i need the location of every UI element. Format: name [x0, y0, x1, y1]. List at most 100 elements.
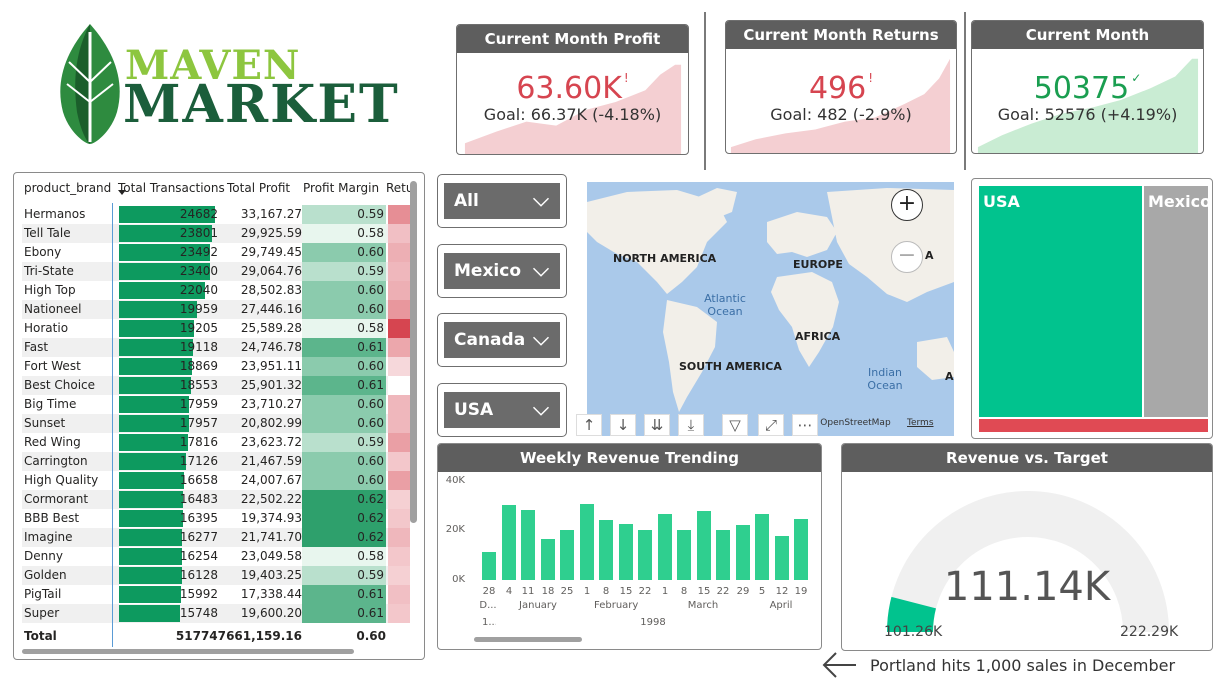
- world-map[interactable]: NORTH AMERICA EUROPE AFRICA SOUTH AMERIC…: [587, 182, 954, 436]
- revenue-target-gauge[interactable]: Revenue vs. Target 111.14K 101.26K 222.2…: [841, 443, 1213, 651]
- drill-down-icon[interactable]: ↓: [610, 414, 636, 436]
- country-treemap[interactable]: USA Mexico: [971, 178, 1213, 439]
- weekly-revenue-bar[interactable]: [541, 539, 555, 580]
- weekly-revenue-bar[interactable]: [716, 530, 730, 580]
- profit-cell: 23,623.72: [240, 435, 302, 449]
- filter-icon[interactable]: ▽: [722, 414, 748, 436]
- profit-cell: 17,338.44: [240, 587, 302, 601]
- brand-table[interactable]: product_brand Total Transactions Total P…: [13, 172, 425, 660]
- table-row[interactable]: Carrington 17126 21,467.59 0.60: [22, 452, 410, 471]
- table-row[interactable]: Big Time 17959 23,710.27 0.60: [22, 395, 410, 414]
- table-row[interactable]: Best Choice 18553 25,901.32 0.61: [22, 376, 410, 395]
- weekly-revenue-bar[interactable]: [580, 504, 594, 580]
- table-row[interactable]: Cormorant 16483 22,502.22 0.62: [22, 490, 410, 509]
- table-row[interactable]: Sunset 17957 20,802.99 0.60: [22, 414, 410, 433]
- map-label-africa: AFRICA: [795, 330, 841, 343]
- table-row[interactable]: Hermanos 24682 33,167.27 0.59: [22, 205, 410, 224]
- transactions-cell: 16395: [179, 511, 218, 525]
- slicer-all[interactable]: All: [437, 174, 567, 228]
- weekly-revenue-bar[interactable]: [775, 536, 789, 580]
- map-label-europe: EUROPE: [793, 258, 843, 271]
- weekly-revenue-bar[interactable]: [599, 520, 613, 580]
- vertical-scrollbar[interactable]: [410, 181, 417, 523]
- kpi-card-transactions[interactable]: Current Month Transactions 50375 ✓ Goal: …: [971, 20, 1204, 154]
- weekly-revenue-bar[interactable]: [619, 524, 633, 580]
- profit-cell: 33,167.27: [240, 207, 302, 221]
- brand-cell: High Top: [24, 283, 76, 297]
- table-row[interactable]: Tri-State 23400 29,064.76 0.59: [22, 262, 410, 281]
- column-header-profit[interactable]: Total Profit: [227, 181, 290, 195]
- table-row[interactable]: PigTail 15992 17,338.44 0.61: [22, 585, 410, 604]
- transactions-cell: 23801: [179, 226, 218, 240]
- expand-all-down-icon[interactable]: ⇊: [644, 414, 670, 436]
- zoom-out-button[interactable]: −: [891, 241, 923, 273]
- column-separator: [112, 203, 113, 647]
- weekly-revenue-bar[interactable]: [521, 510, 535, 580]
- table-row[interactable]: Horatio 19205 25,589.28 0.58: [22, 319, 410, 338]
- margin-cell: 0.62: [357, 530, 384, 544]
- weekly-revenue-bar[interactable]: [560, 530, 574, 580]
- table-row[interactable]: Imagine 16277 21,741.70 0.62: [22, 528, 410, 547]
- weekly-revenue-bar[interactable]: [638, 530, 652, 580]
- map-terms-link[interactable]: Terms: [907, 418, 934, 428]
- slicer-usa[interactable]: USA: [437, 383, 567, 437]
- column-header-margin[interactable]: Profit Margin: [303, 181, 379, 195]
- table-row[interactable]: High Quality 16658 24,007.67 0.60: [22, 471, 410, 490]
- brand-cell: Golden: [24, 568, 67, 582]
- table-row[interactable]: Tell Tale 23801 29,925.59 0.58: [22, 224, 410, 243]
- expand-next-level-icon[interactable]: ⤓: [678, 414, 704, 436]
- chart-scrollbar[interactable]: [474, 637, 582, 642]
- x-tick-label: 1: [583, 586, 591, 597]
- weekly-revenue-bar[interactable]: [502, 505, 516, 580]
- weekly-revenue-bar[interactable]: [482, 552, 496, 580]
- kpi-card-profit[interactable]: Current Month Profit 63.60K! Goal: 66.37…: [456, 24, 689, 155]
- table-row[interactable]: Golden 16128 19,403.25 0.59: [22, 566, 410, 585]
- weekly-revenue-bar[interactable]: [736, 525, 750, 580]
- x-partial-label: 1...: [482, 617, 496, 628]
- table-row[interactable]: Fort West 18869 23,951.11 0.60: [22, 357, 410, 376]
- drill-up-icon[interactable]: ↑: [576, 414, 602, 436]
- weekly-revenue-bar[interactable]: [794, 519, 808, 580]
- table-row[interactable]: Nationeel 19959 27,446.16 0.60: [22, 300, 410, 319]
- horizontal-scrollbar[interactable]: [22, 649, 354, 654]
- table-row[interactable]: Super 15748 19,600.20 0.61: [22, 604, 410, 623]
- table-row[interactable]: Ebony 23492 29,749.45 0.60: [22, 243, 410, 262]
- table-row[interactable]: High Top 22040 28,502.83 0.60: [22, 281, 410, 300]
- weekly-revenue-bar[interactable]: [658, 514, 672, 580]
- column-header-transactions[interactable]: Total Transactions: [118, 181, 225, 195]
- profit-cell: 23,951.11: [240, 359, 302, 373]
- table-row[interactable]: Denny 16254 23,049.58 0.58: [22, 547, 410, 566]
- returns-heat-cell: [388, 281, 410, 300]
- more-options-icon[interactable]: ⋯: [792, 414, 818, 436]
- weekly-revenue-bar[interactable]: [697, 511, 711, 580]
- zoom-in-button[interactable]: +: [891, 189, 923, 221]
- kpi-value: 63.60K!: [516, 71, 629, 106]
- brand-cell: Red Wing: [24, 435, 81, 449]
- returns-heat-cell: [388, 452, 410, 471]
- focus-mode-icon[interactable]: ⤢: [758, 414, 784, 436]
- returns-heat-cell: [388, 414, 410, 433]
- kpi-goal: Goal: 482 (-2.9%): [770, 105, 912, 124]
- treemap-tile-canada[interactable]: [979, 419, 1208, 432]
- x-tick-label: 12: [775, 586, 789, 597]
- slicer-canada[interactable]: Canada: [437, 313, 567, 367]
- weekly-revenue-bar[interactable]: [755, 514, 769, 580]
- weekly-revenue-bar[interactable]: [677, 530, 691, 580]
- chevron-down-icon: [532, 406, 550, 416]
- table-row[interactable]: BBB Best 16395 19,374.93 0.62: [22, 509, 410, 528]
- table-row[interactable]: Red Wing 17816 23,623.72 0.59: [22, 433, 410, 452]
- kpi-goal: Goal: 52576 (+4.19%): [997, 105, 1178, 124]
- column-header-brand[interactable]: product_brand: [24, 181, 111, 195]
- annotation-text: Portland hits 1,000 sales in December: [870, 656, 1176, 675]
- kpi-card-returns[interactable]: Current Month Returns 496! Goal: 482 (-2…: [725, 20, 957, 154]
- weekly-revenue-chart[interactable]: Weekly Revenue Trending 40K 20K 0K 28 4 11…: [437, 443, 822, 650]
- treemap-tile-mexico[interactable]: Mexico: [1144, 186, 1211, 417]
- x-tick-label: 4: [505, 586, 513, 597]
- margin-cell: 0.61: [357, 587, 384, 601]
- returns-heat-cell: [388, 243, 410, 262]
- brand-cell: Denny: [24, 549, 63, 563]
- treemap-tile-usa[interactable]: USA: [979, 186, 1142, 417]
- map-label-australia-partial: AS: [945, 370, 954, 383]
- table-row[interactable]: Fast 19118 24,746.78 0.61: [22, 338, 410, 357]
- slicer-mexico[interactable]: Mexico: [437, 244, 567, 298]
